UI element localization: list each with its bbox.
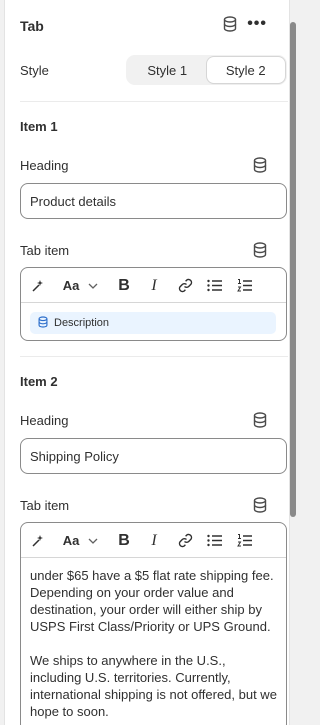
divider xyxy=(20,356,288,357)
italic-button[interactable]: I xyxy=(147,523,161,558)
font-style-button[interactable]: Aa xyxy=(61,268,81,303)
item-2-rich-text-editor: Aa B I under $65 have a $5 flat rate shi… xyxy=(20,522,287,725)
style-segmented-control: Style 1 Style 2 xyxy=(126,55,287,85)
italic-button[interactable]: I xyxy=(147,268,161,303)
bullet-list-icon[interactable] xyxy=(206,523,222,558)
chevron-down-icon[interactable] xyxy=(87,268,99,303)
link-icon[interactable] xyxy=(176,523,194,558)
database-icon[interactable] xyxy=(253,497,267,518)
header-actions: ••• xyxy=(223,16,267,32)
item-2-tab-item-label: Tab item xyxy=(20,498,70,513)
settings-panel: Tab ••• Style Style 1 Style 2 Item 1 Hea… xyxy=(4,0,290,725)
bold-button[interactable]: B xyxy=(117,268,131,303)
item-2-heading-label: Heading xyxy=(20,413,69,428)
chip-label: Description xyxy=(54,317,110,329)
item-2-section-title: Item 2 xyxy=(20,374,58,389)
link-icon[interactable] xyxy=(176,268,194,303)
rte-toolbar: Aa B I xyxy=(21,268,286,303)
dynamic-source-chip[interactable]: Description xyxy=(30,312,276,334)
magic-icon[interactable] xyxy=(29,523,47,558)
item-1-tab-item-label: Tab item xyxy=(20,243,70,258)
style-label: Style xyxy=(20,63,49,78)
database-icon[interactable] xyxy=(253,242,267,263)
numbered-list-icon[interactable] xyxy=(236,268,252,303)
item-2-heading-input[interactable]: Shipping Policy xyxy=(20,438,287,474)
bold-button[interactable]: B xyxy=(117,523,131,558)
rte-toolbar: Aa B I xyxy=(21,523,286,558)
divider xyxy=(20,101,288,102)
paragraph: We ships to anywhere in the U.S., includ… xyxy=(30,653,277,719)
database-icon[interactable] xyxy=(253,412,267,433)
numbered-list-icon[interactable] xyxy=(236,523,252,558)
paragraph: under $65 have a $5 flat rate shipping f… xyxy=(30,568,274,634)
font-style-button[interactable]: Aa xyxy=(61,523,81,558)
rte-content[interactable]: Description xyxy=(21,303,286,340)
more-icon[interactable]: ••• xyxy=(247,16,267,32)
item-1-heading-input[interactable]: Product details xyxy=(20,183,287,219)
database-icon[interactable] xyxy=(253,157,267,178)
scrollbar-thumb[interactable] xyxy=(290,22,296,517)
item-1-rich-text-editor: Aa B I Description xyxy=(20,267,287,341)
chevron-down-icon[interactable] xyxy=(87,523,99,558)
rte-content[interactable]: under $65 have a $5 flat rate shipping f… xyxy=(21,558,286,720)
database-icon[interactable] xyxy=(223,16,237,32)
database-icon xyxy=(38,315,48,331)
style-option-1[interactable]: Style 1 xyxy=(128,57,207,83)
item-1-heading-label: Heading xyxy=(20,158,69,173)
magic-icon[interactable] xyxy=(29,268,47,303)
panel-title: Tab xyxy=(20,18,44,34)
bullet-list-icon[interactable] xyxy=(206,268,222,303)
item-1-section-title: Item 1 xyxy=(20,119,58,134)
style-option-2[interactable]: Style 2 xyxy=(206,57,285,83)
